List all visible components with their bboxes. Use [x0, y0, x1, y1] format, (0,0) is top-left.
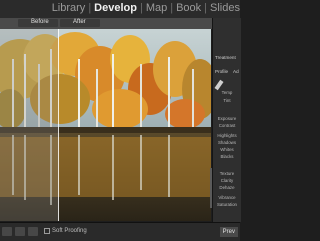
bottom-toolbar: Soft Proofing Prev — [0, 222, 240, 241]
soft-proofing-label: Soft Proofing — [52, 228, 87, 234]
module-picker: Library | Develop | Map | Book | Slides — [52, 2, 240, 14]
develop-panel: Treatment Profile Ad Temp Tint Exposure … — [212, 18, 241, 222]
module-library[interactable]: Library — [52, 2, 86, 14]
module-bar: Library | Develop | Map | Book | Slides — [0, 0, 240, 18]
blacks-label: Blacks — [220, 154, 234, 159]
module-book[interactable]: Book — [176, 2, 201, 14]
before-after-button[interactable] — [28, 227, 38, 236]
dehaze-label: Dehaze — [219, 185, 235, 190]
saturation-label: Saturation — [216, 202, 237, 207]
contrast-label: Contrast — [218, 123, 236, 128]
before-label: Before — [31, 19, 49, 25]
module-separator: | — [204, 2, 208, 14]
profile-label: Profile — [215, 69, 229, 74]
profile-value[interactable]: Ad — [233, 69, 239, 74]
shadows-label: Shadows — [217, 140, 237, 145]
compare-view-button[interactable] — [15, 227, 25, 236]
highlights-label: Highlights — [217, 133, 237, 138]
exposure-label: Exposure — [217, 116, 237, 121]
texture-label: Texture — [219, 171, 235, 176]
tint-label: Tint — [223, 98, 231, 103]
clarity-label: Clarity — [220, 178, 234, 183]
module-map[interactable]: Map — [146, 2, 167, 14]
whites-label: Whites — [220, 147, 234, 152]
module-separator: | — [88, 2, 92, 14]
loupe-view-button[interactable] — [2, 227, 12, 236]
previous-button[interactable]: Prev — [219, 227, 238, 237]
landscape-photo — [0, 29, 211, 221]
temp-label: Temp — [221, 90, 233, 95]
module-develop[interactable]: Develop — [94, 2, 137, 14]
vibrance-label: Vibrance — [218, 195, 236, 200]
treatment-header: Treatment — [215, 55, 236, 60]
after-label: After — [73, 19, 86, 25]
eyedropper-icon[interactable] — [214, 79, 224, 91]
photo-preview[interactable] — [0, 29, 211, 221]
module-slides[interactable]: Slides — [210, 2, 240, 14]
module-separator: | — [139, 2, 143, 14]
before-after-strip: Before After — [0, 18, 212, 29]
before-after-divider[interactable] — [58, 29, 59, 221]
soft-proofing-checkbox[interactable] — [44, 228, 50, 234]
module-separator: | — [170, 2, 174, 14]
